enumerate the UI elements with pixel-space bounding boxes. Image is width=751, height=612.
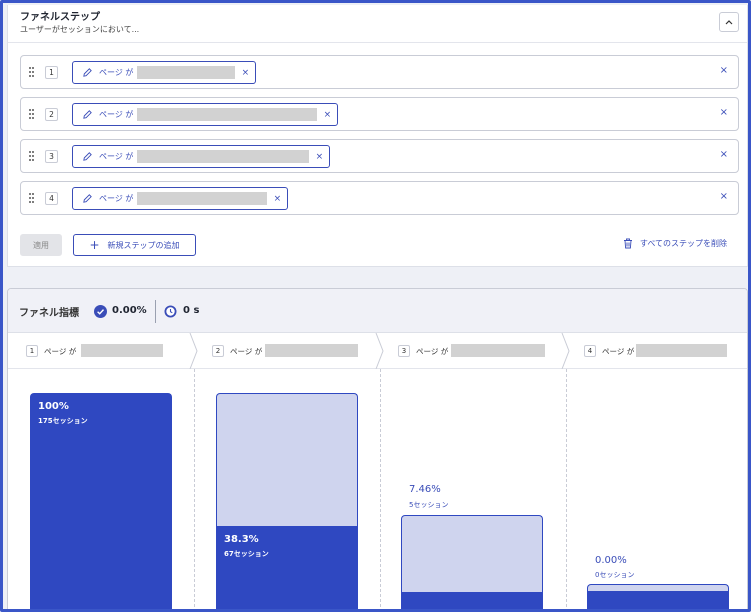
chevron-right-icon bbox=[561, 333, 570, 369]
column-step-label: ページ が bbox=[602, 347, 635, 356]
column-step-number: 4 bbox=[584, 345, 596, 357]
step-session-count: 67セッション bbox=[224, 550, 269, 558]
column-step-label: ページ が bbox=[416, 347, 449, 356]
funnel-bar-converted bbox=[401, 592, 543, 609]
redacted-value bbox=[81, 344, 163, 357]
panel-title: ファネルステップ bbox=[20, 12, 100, 23]
funnel-steps-panel: ファネルステップ ユーザーがセッションにおいて... 1 ページ が × × 2… bbox=[7, 5, 748, 267]
funnel-bar-converted bbox=[587, 591, 729, 609]
panel-divider bbox=[8, 42, 747, 43]
metrics-separator bbox=[155, 300, 156, 323]
funnel-step-row: 1 ページ が × × bbox=[20, 55, 739, 89]
redacted-value bbox=[451, 344, 545, 357]
check-circle-icon bbox=[94, 305, 107, 318]
step-condition-chip[interactable]: ページ が × bbox=[72, 145, 331, 168]
remove-step-icon[interactable]: × bbox=[720, 149, 728, 160]
remove-step-icon[interactable]: × bbox=[720, 191, 728, 202]
plus-icon: + bbox=[89, 238, 100, 252]
column-step-label: ページ が bbox=[230, 347, 263, 356]
funnel-column-header: 3 ページ が bbox=[380, 333, 566, 369]
column-step-number: 1 bbox=[26, 345, 38, 357]
redacted-value bbox=[137, 66, 236, 79]
chip-remove-icon[interactable]: × bbox=[235, 68, 255, 78]
drag-handle-icon[interactable] bbox=[29, 193, 35, 203]
chip-remove-icon[interactable]: × bbox=[309, 152, 329, 162]
delete-all-steps-button[interactable]: すべてのステップを削除 bbox=[623, 238, 727, 249]
step-session-count: 5セッション bbox=[409, 501, 449, 509]
funnel-metrics-panel: ファネル指標 0.00% 0 s 1 ページ が 2 ページ が 3 ページ が… bbox=[7, 288, 748, 609]
drag-handle-icon[interactable] bbox=[29, 109, 35, 119]
pencil-icon bbox=[83, 68, 92, 77]
step-session-count: 0セッション bbox=[595, 571, 635, 579]
funnel-column-header: 4 ページ が bbox=[566, 333, 747, 369]
average-time-value: 0 s bbox=[183, 305, 200, 316]
column-step-number: 2 bbox=[212, 345, 224, 357]
window-frame: ファネルステップ ユーザーがセッションにおいて... 1 ページ が × × 2… bbox=[0, 0, 751, 612]
delete-all-label: すべてのステップを削除 bbox=[639, 239, 727, 248]
funnel-column-header: 2 ページ が bbox=[194, 333, 380, 369]
column-step-label: ページ が bbox=[44, 347, 77, 356]
column-divider bbox=[194, 369, 195, 609]
step-number: 4 bbox=[45, 192, 58, 205]
chevron-right-icon bbox=[375, 333, 384, 369]
remove-step-icon[interactable]: × bbox=[720, 107, 728, 118]
step-percentage: 38.3% bbox=[224, 534, 259, 545]
chevron-right-icon bbox=[189, 333, 198, 369]
column-divider bbox=[566, 369, 567, 609]
step-number: 3 bbox=[45, 150, 58, 163]
step-condition-label: ページ が bbox=[99, 194, 134, 203]
chip-remove-icon[interactable]: × bbox=[317, 110, 337, 120]
panel-subtitle: ユーザーがセッションにおいて... bbox=[20, 25, 140, 34]
step-condition-chip[interactable]: ページ が × bbox=[72, 187, 289, 210]
collapse-button[interactable] bbox=[719, 12, 739, 32]
remove-step-icon[interactable]: × bbox=[720, 65, 728, 76]
step-number: 1 bbox=[45, 66, 58, 79]
pencil-icon bbox=[83, 152, 92, 161]
step-number: 2 bbox=[45, 108, 58, 121]
metrics-header: ファネル指標 0.00% 0 s bbox=[8, 289, 747, 333]
redacted-value bbox=[265, 344, 358, 357]
step-condition-chip[interactable]: ページ が × bbox=[72, 103, 339, 126]
apply-button[interactable]: 適用 bbox=[20, 234, 62, 256]
column-divider bbox=[380, 369, 381, 609]
redacted-value bbox=[137, 192, 268, 205]
step-percentage: 7.46% bbox=[409, 484, 441, 495]
step-percentage: 100% bbox=[38, 401, 69, 412]
funnel-step-row: 4 ページ が × × bbox=[20, 181, 739, 215]
drag-handle-icon[interactable] bbox=[29, 151, 35, 161]
redacted-value bbox=[137, 150, 310, 163]
step-percentage: 0.00% bbox=[595, 555, 627, 566]
drag-handle-icon[interactable] bbox=[29, 67, 35, 77]
redacted-value bbox=[137, 108, 318, 121]
pencil-icon bbox=[83, 110, 92, 119]
funnel-column-header: 1 ページ が bbox=[8, 333, 194, 369]
add-step-button[interactable]: + 新規ステップの追加 bbox=[73, 234, 196, 256]
step-condition-chip[interactable]: ページ が × bbox=[72, 61, 257, 84]
funnel-step-row: 3 ページ が × × bbox=[20, 139, 739, 173]
step-session-count: 175セッション bbox=[38, 417, 88, 425]
column-step-number: 3 bbox=[398, 345, 410, 357]
metrics-title: ファネル指標 bbox=[19, 308, 79, 319]
step-condition-label: ページ が bbox=[99, 152, 134, 161]
add-step-label: 新規ステップの追加 bbox=[107, 240, 180, 250]
clock-icon bbox=[164, 305, 177, 318]
redacted-value bbox=[636, 344, 727, 357]
chevron-up-icon bbox=[725, 20, 733, 25]
step-condition-label: ページ が bbox=[99, 110, 134, 119]
pencil-icon bbox=[83, 194, 92, 203]
step-condition-label: ページ が bbox=[99, 68, 134, 77]
funnel-step-row: 2 ページ が × × bbox=[20, 97, 739, 131]
chip-remove-icon[interactable]: × bbox=[267, 194, 287, 204]
conversion-rate-value: 0.00% bbox=[112, 305, 147, 316]
trash-icon bbox=[623, 238, 632, 249]
